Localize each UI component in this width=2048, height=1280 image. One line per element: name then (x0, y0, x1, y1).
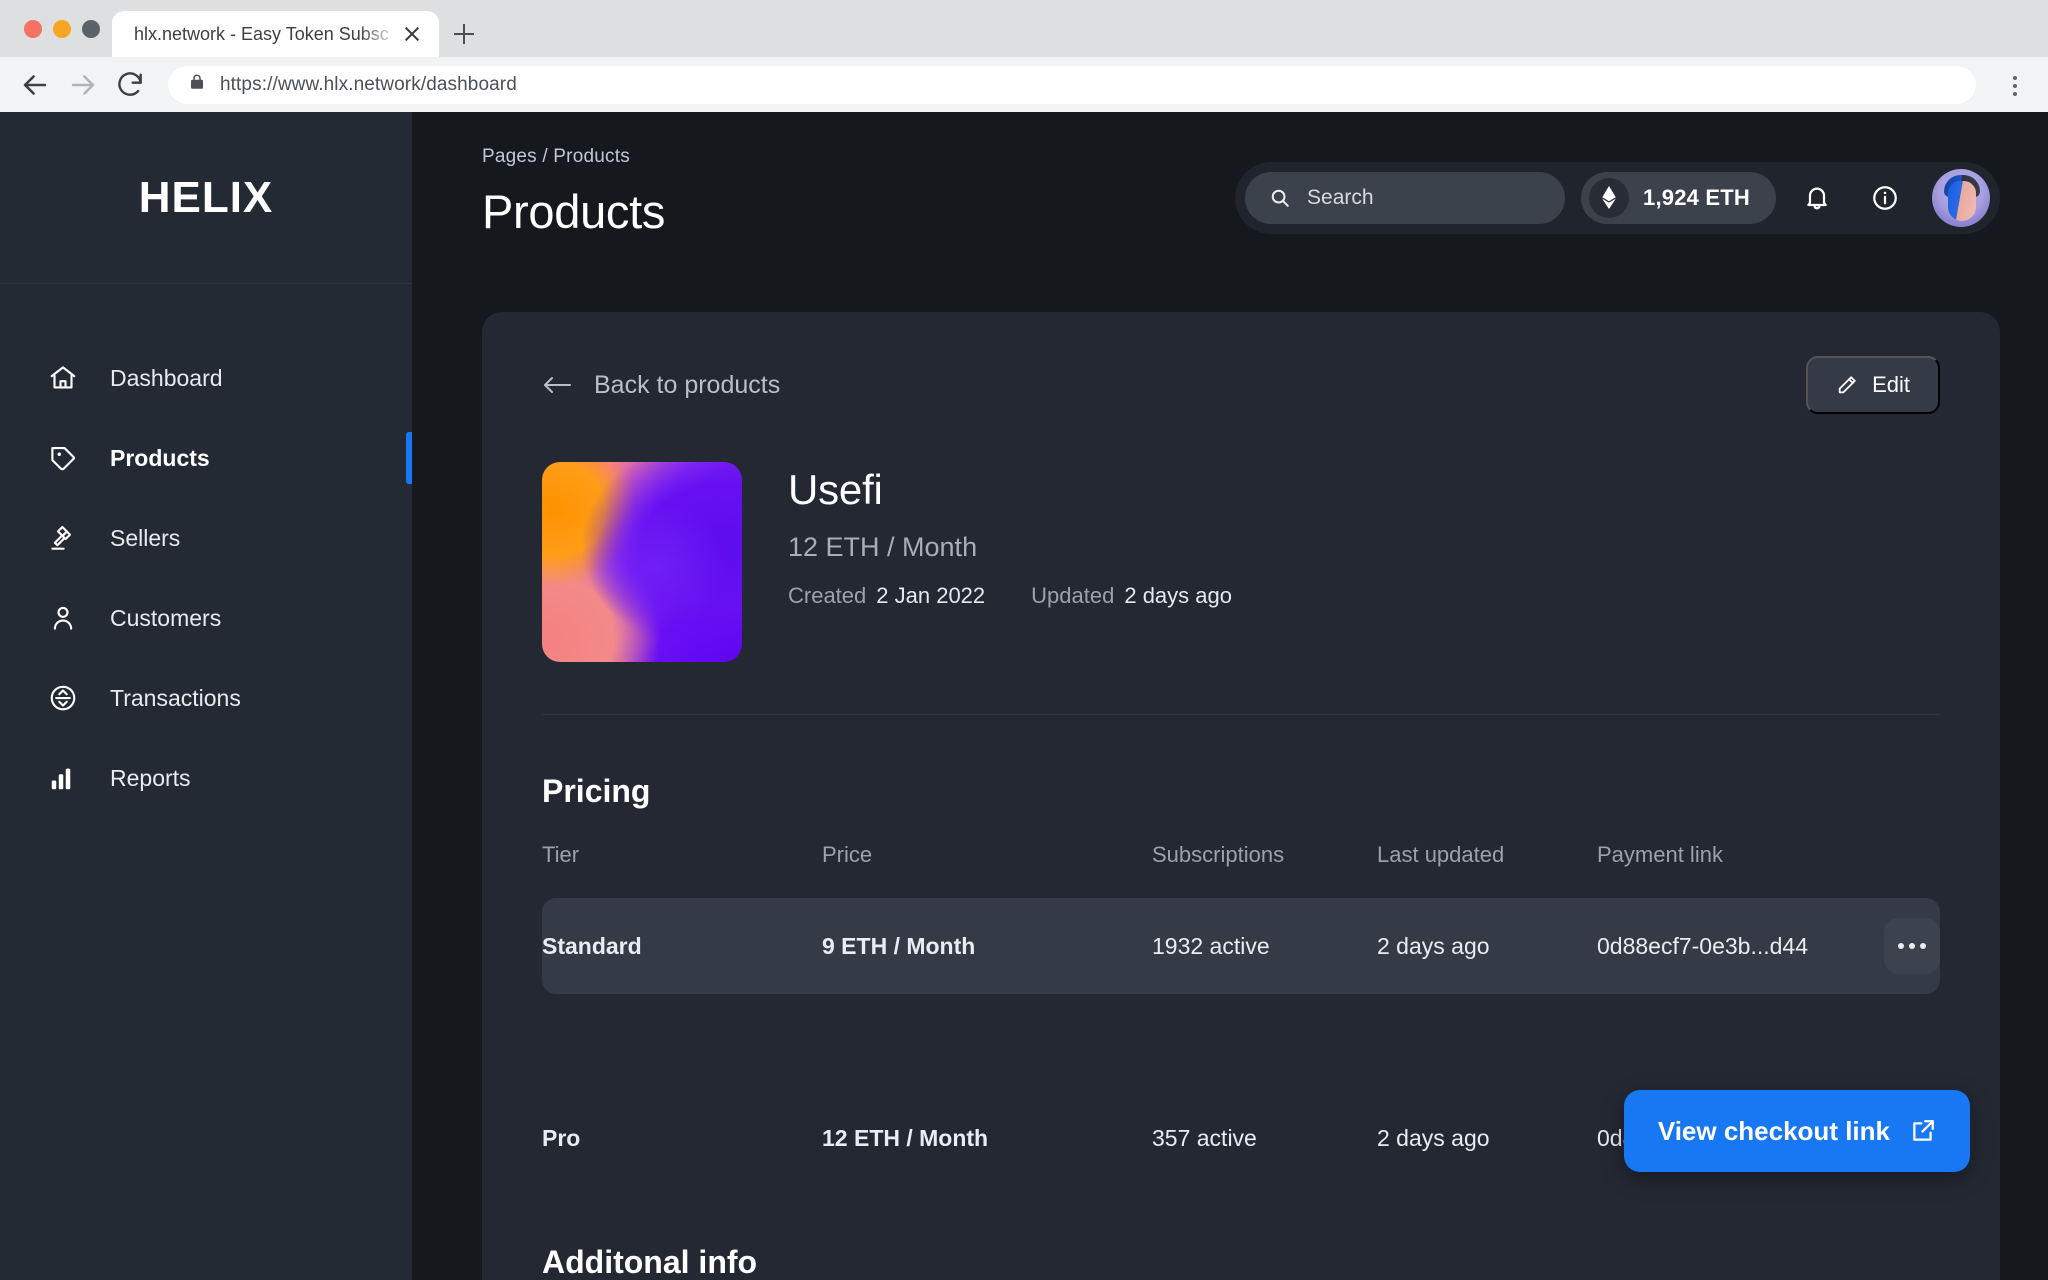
breadcrumb[interactable]: Pages / Products (482, 146, 665, 168)
gavel-icon (48, 523, 78, 553)
column-header-subscriptions: Subscriptions (1152, 842, 1377, 898)
avatar[interactable] (1932, 169, 1990, 227)
cell-last-updated: 2 days ago (1377, 1090, 1597, 1186)
sidebar-item-label: Transactions (110, 685, 241, 712)
eth-balance-amount: 1,924 ETH (1643, 185, 1750, 211)
page-title: Products (482, 184, 665, 239)
additional-info-title: Additonal info (542, 1244, 1940, 1280)
exchange-icon (48, 683, 78, 713)
back-arrow-icon[interactable] (18, 68, 52, 102)
url-text: https://www.hlx.network/dashboard (220, 74, 517, 96)
search-placeholder: Search (1307, 186, 1374, 210)
tab-title: hlx.network - Easy Token Subsc (134, 24, 399, 45)
new-tab-icon[interactable] (439, 11, 489, 57)
column-header-last-updated: Last updated (1377, 842, 1597, 898)
arrow-left-icon (542, 374, 572, 396)
product-price: 12 ETH / Month (788, 532, 1232, 563)
user-icon (48, 603, 78, 633)
view-checkout-link-label: View checkout link (1658, 1116, 1890, 1147)
sidebar-item-label: Reports (110, 765, 191, 792)
search-icon (1269, 187, 1291, 209)
section-divider (542, 714, 1940, 715)
product-gradient-thumbnail (542, 462, 742, 662)
column-header-tier: Tier (542, 842, 822, 898)
sidebar-item-reports[interactable]: Reports (0, 738, 412, 818)
back-link-label: Back to products (594, 371, 780, 400)
page-header: Pages / Products Products Search (412, 112, 2048, 284)
browser-tabstrip: hlx.network - Easy Token Subsc (0, 0, 2048, 57)
tag-icon (48, 443, 78, 473)
product-info: Usefi 12 ETH / Month Created 2 Jan 2022 … (788, 462, 1232, 662)
main-content: Pages / Products Products Search (412, 112, 2048, 1280)
minimize-window-button[interactable] (53, 20, 71, 38)
sidebar: HELIX Dashboard Products (0, 112, 412, 1280)
column-header-payment-link: Payment link (1597, 842, 1850, 898)
bell-icon[interactable] (1790, 172, 1844, 224)
cell-tier: Pro (542, 1090, 822, 1186)
forward-arrow-icon[interactable] (66, 68, 100, 102)
edit-button-label: Edit (1872, 372, 1910, 398)
product-meta: Created 2 Jan 2022 Updated 2 days ago (788, 583, 1232, 609)
created-label: Created (788, 583, 866, 609)
pricing-section-title: Pricing (542, 773, 1940, 810)
sidebar-item-dashboard[interactable]: Dashboard (0, 338, 412, 418)
cell-price: 9 ETH / Month (822, 898, 1152, 994)
maximize-window-button[interactable] (82, 20, 100, 38)
close-tab-icon[interactable] (399, 21, 425, 47)
cell-last-updated: 2 days ago (1377, 898, 1597, 994)
address-bar[interactable]: https://www.hlx.network/dashboard (168, 66, 1976, 104)
sidebar-item-transactions[interactable]: Transactions (0, 658, 412, 738)
sidebar-item-label: Products (110, 445, 210, 472)
logo-text: HELIX (139, 173, 274, 223)
home-icon (48, 363, 78, 393)
sidebar-item-label: Sellers (110, 525, 180, 552)
pencil-icon (1836, 374, 1858, 396)
page-heading-group: Pages / Products Products (482, 146, 665, 239)
kebab-menu-icon[interactable] (2000, 68, 2030, 102)
updated-value: 2 days ago (1124, 583, 1232, 609)
sidebar-item-customers[interactable]: Customers (0, 578, 412, 658)
browser-window: hlx.network - Easy Token Subsc https://w… (0, 0, 2048, 1280)
sidebar-item-products[interactable]: Products (0, 418, 412, 498)
column-header-price: Price (822, 842, 1152, 898)
header-toolbar: Search 1,924 ETH (1235, 162, 2000, 234)
reload-icon[interactable] (114, 68, 148, 102)
sidebar-item-label: Customers (110, 605, 221, 632)
brand-logo[interactable]: HELIX (0, 112, 412, 284)
cell-tier: Standard (542, 898, 822, 994)
cell-price: 12 ETH / Month (822, 1090, 1152, 1186)
ethereum-icon (1589, 178, 1629, 218)
external-link-icon (1910, 1118, 1936, 1144)
app-root: HELIX Dashboard Products (0, 112, 2048, 1280)
updated-label: Updated (1031, 583, 1114, 609)
view-checkout-link-button[interactable]: View checkout link (1624, 1090, 1970, 1172)
browser-tab[interactable]: hlx.network - Easy Token Subsc (112, 11, 439, 57)
product-name: Usefi (788, 466, 1232, 514)
eth-balance-button[interactable]: 1,924 ETH (1581, 172, 1776, 224)
back-to-products-link[interactable]: Back to products (542, 371, 780, 400)
table-header-row: Tier Price Subscriptions Last updated Pa… (542, 842, 1940, 898)
info-circle-icon[interactable] (1858, 172, 1912, 224)
avatar-face (1948, 181, 1976, 221)
sidebar-item-label: Dashboard (110, 365, 223, 392)
cell-subscriptions: 1932 active (1152, 898, 1377, 994)
sidebar-item-sellers[interactable]: Sellers (0, 498, 412, 578)
window-controls[interactable] (14, 0, 112, 57)
sidebar-nav: Dashboard Products Sellers (0, 284, 412, 818)
product-summary: Usefi 12 ETH / Month Created 2 Jan 2022 … (542, 462, 1940, 662)
panel-header: Back to products Edit (542, 356, 1940, 414)
table-row[interactable]: Standard 9 ETH / Month 1932 active 2 day… (542, 898, 1940, 994)
cell-subscriptions: 357 active (1152, 1090, 1377, 1186)
edit-button[interactable]: Edit (1806, 356, 1940, 414)
cell-payment-link[interactable]: 0d88ecf7-0e3b...d44 (1597, 898, 1850, 994)
ellipsis-icon[interactable] (1884, 918, 1940, 974)
created-value: 2 Jan 2022 (876, 583, 985, 609)
close-window-button[interactable] (24, 20, 42, 38)
search-input[interactable]: Search (1245, 172, 1565, 224)
browser-toolbar: https://www.hlx.network/dashboard (0, 57, 2048, 112)
bar-chart-icon (48, 763, 78, 793)
lock-icon (188, 73, 206, 96)
